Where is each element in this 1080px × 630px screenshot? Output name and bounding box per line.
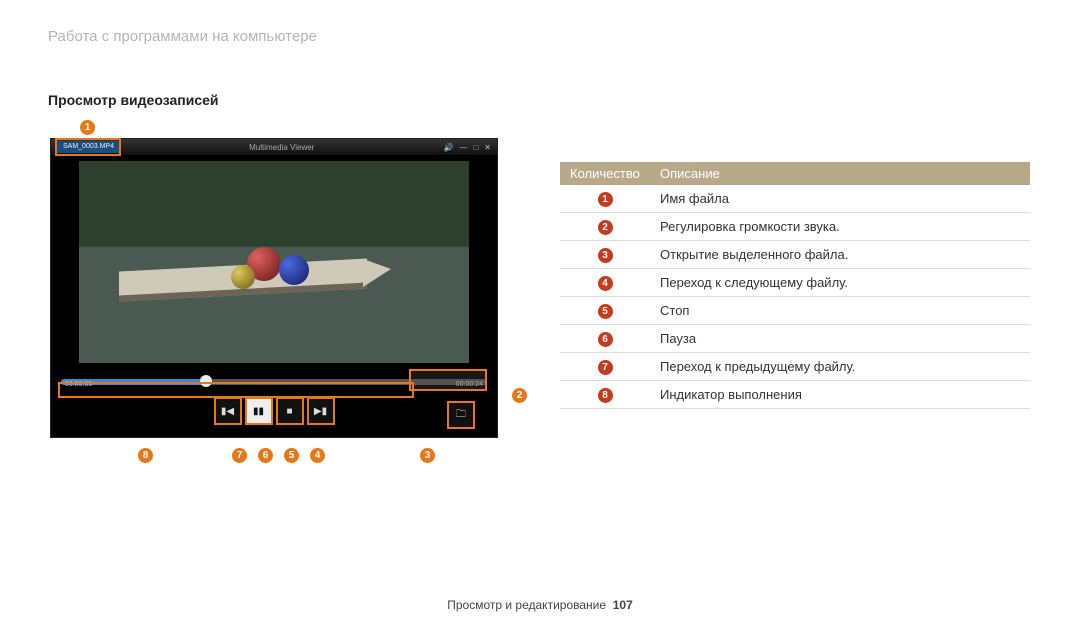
prev-button[interactable]: ▮◀: [214, 397, 242, 425]
open-file-button[interactable]: 🗀: [447, 401, 475, 429]
table-row: 8 Индикатор выполнения: [560, 381, 1030, 409]
pause-button[interactable]: ▮▮: [245, 397, 273, 425]
speaker-icon[interactable]: 🔊: [443, 143, 453, 152]
close-icon[interactable]: ✕: [484, 143, 491, 152]
row-num: 2: [598, 220, 613, 235]
video-frame-illustration: [119, 237, 379, 301]
next-button[interactable]: ▶▮: [307, 397, 335, 425]
table-row: 3 Открытие выделенного файла.: [560, 241, 1030, 269]
row-desc: Индикатор выполнения: [650, 381, 1030, 409]
section-title: Просмотр видеозаписей: [48, 92, 219, 108]
row-desc: Переход к предыдущему файлу.: [650, 353, 1030, 381]
page-footer: Просмотр и редактирование 107: [0, 598, 1080, 612]
table-row: 5 Стоп: [560, 297, 1030, 325]
table-row: 1 Имя файла: [560, 185, 1030, 213]
row-num: 1: [598, 192, 613, 207]
row-desc: Стоп: [650, 297, 1030, 325]
row-num: 7: [598, 360, 613, 375]
row-desc: Имя файла: [650, 185, 1030, 213]
footer-section: Просмотр и редактирование: [447, 598, 606, 612]
row-num: 6: [598, 332, 613, 347]
callout-4: 4: [310, 448, 325, 463]
page: Работа с программами на компьютере Просм…: [0, 0, 1080, 630]
col-number: Количество: [560, 162, 650, 185]
minimize-icon[interactable]: —: [459, 143, 467, 152]
table-row: 6 Пауза: [560, 325, 1030, 353]
row-num: 4: [598, 276, 613, 291]
table-row: 2 Регулировка громкости звука.: [560, 213, 1030, 241]
page-header: Работа с программами на компьютере: [48, 28, 317, 45]
row-desc: Открытие выделенного файла.: [650, 241, 1030, 269]
row-num: 8: [598, 388, 613, 403]
callout-7: 7: [232, 448, 247, 463]
callout-8: 8: [138, 448, 153, 463]
col-desc: Описание: [650, 162, 1030, 185]
window-controls: 🔊 — □ ✕: [443, 143, 491, 152]
row-desc: Пауза: [650, 325, 1030, 353]
legend-table: Количество Описание 1 Имя файла 2 Регулиро…: [560, 162, 1030, 409]
callout-5: 5: [284, 448, 299, 463]
row-desc: Переход к следующему файлу.: [650, 269, 1030, 297]
table-row: 7 Переход к предыдущему файлу.: [560, 353, 1030, 381]
highlight-progress: [58, 382, 414, 398]
maximize-icon[interactable]: □: [473, 143, 478, 152]
window-title: Multimedia Viewer: [120, 143, 444, 152]
row-desc: Регулировка громкости звука.: [650, 213, 1030, 241]
volume-control[interactable]: [409, 369, 487, 391]
row-num: 5: [598, 304, 613, 319]
playback-controls: ▮◀ ▮▮ ■ ▶▮: [51, 397, 497, 429]
video-area: [79, 161, 469, 363]
footer-page: 107: [613, 598, 633, 612]
highlight-filename: [55, 138, 121, 156]
stop-button[interactable]: ■: [276, 397, 304, 425]
callout-2: 2: [512, 388, 527, 403]
row-num: 3: [598, 248, 613, 263]
callout-1: 1: [80, 120, 95, 135]
table-row: 4 Переход к следующему файлу.: [560, 269, 1030, 297]
callout-3: 3: [420, 448, 435, 463]
callout-6: 6: [258, 448, 273, 463]
